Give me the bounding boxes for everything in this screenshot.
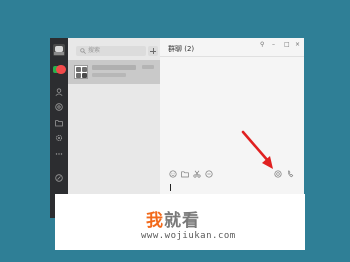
- list-item[interactable]: [68, 60, 160, 84]
- close-button[interactable]: ×: [295, 42, 300, 48]
- chat-list-panel: 搜索: [68, 38, 160, 218]
- phone-icon[interactable]: [55, 174, 63, 182]
- chat-pane: 群聊 (2) ⚲ – □ ×: [160, 38, 304, 218]
- arrow-shaft: [241, 130, 271, 164]
- sidebar-rail: [50, 38, 68, 218]
- folder-icon[interactable]: [181, 170, 189, 178]
- watermark-url: www.wojiukan.com: [141, 231, 236, 241]
- scissors-icon[interactable]: [193, 170, 201, 178]
- conversation-time: [142, 65, 154, 69]
- group-avatar: [74, 65, 88, 79]
- search-input[interactable]: 搜索: [76, 46, 146, 56]
- search-placeholder: 搜索: [88, 47, 101, 54]
- annotation-arrow: [241, 130, 273, 169]
- chat-history-icon[interactable]: [205, 170, 213, 178]
- watermark-banner: 我就看 www.wojiukan.com: [55, 194, 305, 250]
- chat-title: 群聊 (2): [168, 45, 195, 53]
- pin-icon[interactable]: ⚲: [260, 42, 264, 48]
- watermark-logo-rest: 就看: [164, 211, 200, 231]
- message-input-caret[interactable]: [170, 184, 171, 191]
- minimize-button[interactable]: –: [272, 42, 275, 48]
- unread-badge: [56, 65, 66, 74]
- search-icon: [80, 48, 86, 54]
- video-call-icon[interactable]: [274, 170, 282, 178]
- start-group-chat-button[interactable]: [148, 46, 158, 56]
- conversation-name: [92, 65, 136, 70]
- phone-call-icon[interactable]: [287, 170, 295, 178]
- maximize-button[interactable]: □: [284, 42, 290, 48]
- moments-icon[interactable]: [55, 103, 63, 111]
- watermark-logo-accent: 我: [146, 211, 164, 231]
- arrow-head: [262, 156, 273, 169]
- watermark-logo: 我就看: [146, 206, 200, 231]
- contacts-icon[interactable]: [55, 88, 63, 96]
- header-divider: [160, 56, 304, 57]
- gear-icon[interactable]: [55, 134, 63, 142]
- user-avatar[interactable]: [53, 44, 65, 56]
- folder-icon[interactable]: [55, 119, 63, 127]
- more-icon[interactable]: [55, 150, 63, 158]
- emoji-icon[interactable]: [169, 170, 177, 178]
- conversation-preview: [92, 73, 126, 77]
